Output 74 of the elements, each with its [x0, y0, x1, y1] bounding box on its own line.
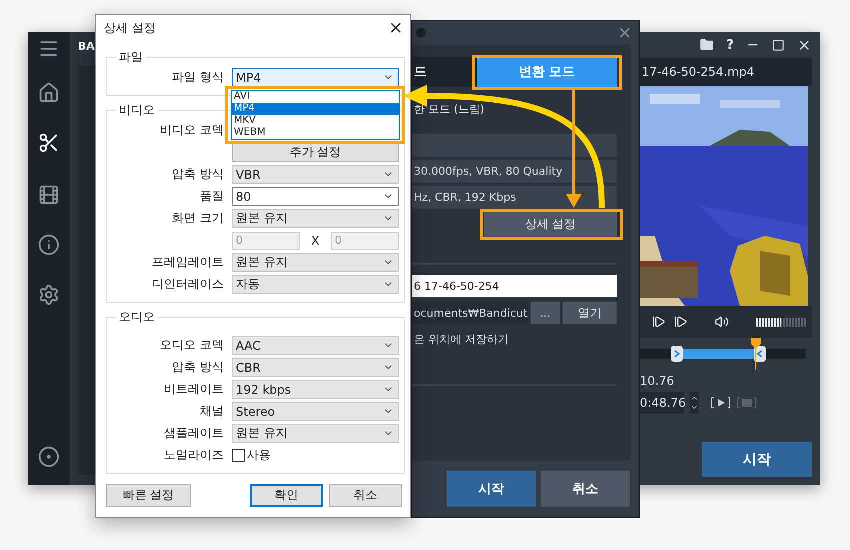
field-label: 화면 크기: [172, 210, 224, 228]
field-label: 디인터레이스: [152, 276, 224, 294]
settings-icon: [38, 284, 60, 306]
file-name-field[interactable]: 6 17-46-50-254: [412, 275, 617, 297]
help-button[interactable]: ?: [726, 38, 734, 52]
folder-path: ocuments₩Bandicut: [412, 302, 528, 324]
dropdown[interactable]: 원본 유지: [232, 424, 399, 444]
save-location-option[interactable]: 은 위치에 저장하기: [412, 324, 509, 354]
cancel-button[interactable]: 취소: [541, 471, 630, 507]
field-label: 채널: [200, 403, 224, 420]
more-settings-button[interactable]: 추가 설정: [232, 143, 399, 162]
dialog-button[interactable]: 취소: [329, 484, 402, 508]
step-forward-icon[interactable]: [652, 315, 666, 329]
field-label: 노멀라이즈: [164, 447, 224, 464]
field-label: 파일 형식: [172, 69, 224, 86]
dropdown[interactable]: 80: [232, 187, 399, 206]
start-button[interactable]: 시작: [702, 442, 812, 477]
mode-tab[interactable]: 드: [412, 57, 477, 87]
film-icon: [38, 184, 60, 206]
record-icon: [38, 446, 60, 468]
logo-text: BA: [78, 40, 95, 55]
dropdown[interactable]: AAC: [232, 336, 399, 356]
info-icon: [38, 234, 60, 256]
checkbox[interactable]: [232, 449, 245, 462]
field-label: 비디오 코덱: [160, 122, 224, 140]
mode-option[interactable]: 한 모드 (느림): [412, 87, 485, 131]
field-label: 오디오 코덱: [160, 337, 224, 354]
group-label: 파일: [118, 49, 144, 66]
dialog-title: 상세 설정: [104, 20, 156, 37]
trim-start-handle[interactable]: [670, 346, 683, 362]
volume-icon[interactable]: [715, 315, 729, 329]
dropdown[interactable]: VBR: [232, 165, 399, 184]
group-label: 오디오: [118, 309, 156, 326]
video-info: 30.000fps, VBR, 80 Quality: [412, 160, 617, 183]
down-chevron-icon: [690, 403, 699, 412]
field-label: 샘플레이트: [164, 425, 224, 442]
dropdown[interactable]: 원본 유지: [232, 253, 399, 272]
field-label: 압축 방식: [172, 359, 224, 376]
times-sign: X: [311, 234, 320, 248]
step-forward-icon[interactable]: [674, 315, 688, 329]
up-chevron-icon: [690, 394, 699, 403]
dropdown[interactable]: CBR: [232, 358, 399, 378]
field-label: 품질: [200, 188, 224, 206]
dot-icon: [416, 28, 426, 38]
dropdown[interactable]: Stereo: [232, 402, 399, 422]
time-field[interactable]: 0:48.76: [640, 392, 684, 414]
open-button[interactable]: 열기: [562, 302, 617, 324]
field-label: 프레임레이트: [152, 254, 224, 272]
audio-info: Hz, CBR, 192 Kbps: [412, 186, 617, 209]
spin-control[interactable]: [690, 392, 699, 414]
checkbox-label: 사용: [247, 447, 271, 464]
group-label: 비디오: [118, 102, 156, 120]
play-range-icon[interactable]: [711, 397, 731, 409]
file-name: 17-46-50-254.mp4: [642, 65, 754, 79]
format-dropdown[interactable]: MP4: [232, 68, 399, 88]
time-text: 10.76: [640, 373, 676, 390]
browse-button[interactable]: ...: [530, 302, 560, 324]
home-icon: [38, 82, 60, 104]
field-label: 압축 방식: [172, 166, 224, 184]
volume-bar[interactable]: [756, 318, 806, 326]
scissors-icon: [38, 132, 60, 154]
start-button[interactable]: 시작: [447, 471, 536, 507]
dropdown[interactable]: 원본 유지: [232, 209, 399, 228]
dialog-button[interactable]: 확인: [250, 484, 323, 508]
detail-settings-button[interactable]: 상세 설정: [484, 212, 617, 237]
field-label: 비트레이트: [164, 381, 224, 398]
dropdown[interactable]: 자동: [232, 275, 399, 294]
dropdown-option[interactable]: MP4: [232, 103, 399, 116]
dropdown[interactable]: 192 kbps: [232, 380, 399, 400]
playhead[interactable]: [751, 338, 762, 370]
folder-icon[interactable]: [700, 38, 714, 52]
dialog-button[interactable]: 빠른 설정: [106, 484, 191, 508]
maximize-icon[interactable]: [772, 38, 785, 52]
sidebar-item[interactable]: [38, 132, 60, 154]
